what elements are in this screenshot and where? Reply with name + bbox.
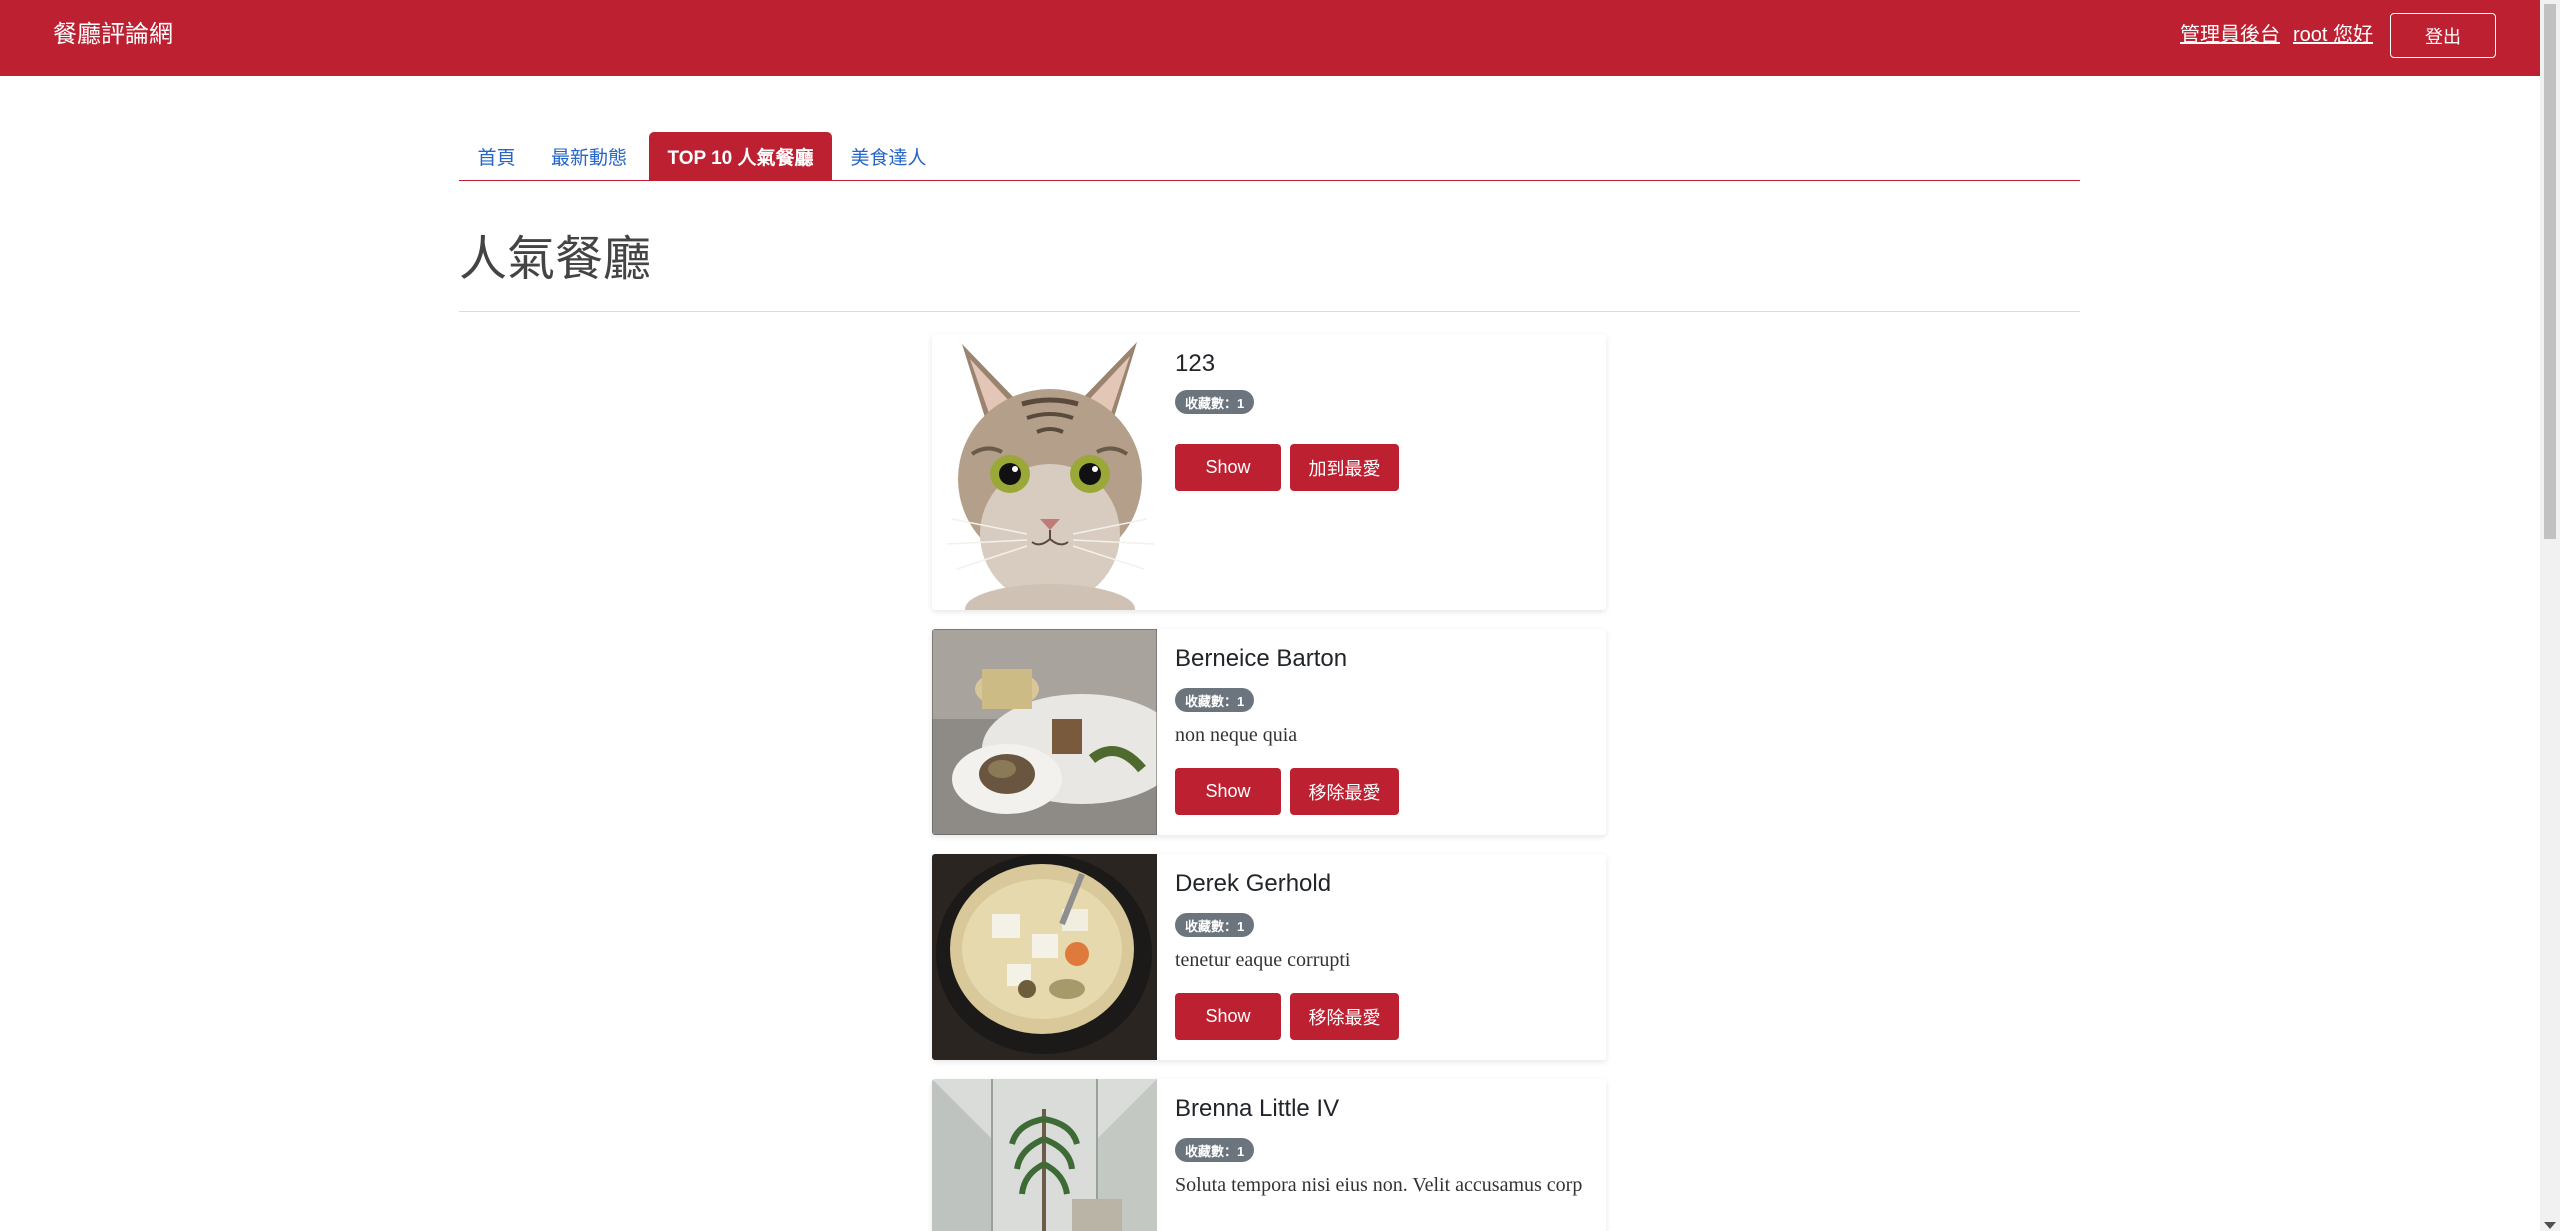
restaurant-name[interactable]: Berneice Barton [1175,645,1347,673]
show-button[interactable]: Show [1175,993,1281,1040]
divider [459,311,2080,312]
restaurant-image[interactable] [932,629,1157,835]
page-title: 人氣餐廳 [459,233,652,286]
restaurant-image[interactable] [932,1079,1157,1231]
show-button[interactable]: Show [1175,768,1281,815]
tab-top10-restaurants[interactable]: TOP 10 人氣餐廳 [649,132,832,180]
restaurant-description: Soluta tempora nisi eius non. Velit accu… [1175,1174,1583,1196]
tab-feeds[interactable]: 最新動態 [534,132,644,180]
admin-dashboard-link[interactable]: 管理員後台 [2180,22,2280,48]
favorite-count-badge: 收藏數：1 [1175,688,1255,712]
food-photo-icon [932,629,1157,835]
page-scrollbar[interactable] [2540,0,2560,1231]
restaurant-name[interactable]: Derek Gerhold [1175,870,1331,898]
restaurant-description: tenetur eaque corrupti [1175,949,1351,971]
restaurant-card: 123 收藏數：1 Show 加到最愛 [932,334,1606,610]
restaurant-name[interactable]: Brenna Little IV [1175,1095,1339,1123]
scrollbar-thumb[interactable] [2544,4,2556,539]
restaurant-description: non neque quia [1175,724,1298,746]
restaurant-image[interactable] [932,334,1157,610]
add-favorite-button[interactable]: 加到最愛 [1290,444,1399,491]
scroll-down-arrow-icon[interactable] [2544,1222,2556,1229]
remove-favorite-button[interactable]: 移除最愛 [1290,768,1399,815]
restaurant-image[interactable] [932,854,1157,1060]
favorite-count-badge: 收藏數：1 [1175,913,1255,937]
restaurant-card: Derek Gerhold 收藏數：1 tenetur eaque corrup… [932,854,1606,1060]
remove-favorite-button[interactable]: 移除最愛 [1290,993,1399,1040]
logout-button[interactable]: 登出 [2390,13,2496,58]
favorite-count-badge: 收藏數：1 [1175,390,1255,414]
show-button[interactable]: Show [1175,444,1281,491]
brand-logo[interactable]: 餐廳評論網 [53,19,173,51]
restaurant-card: Berneice Barton 收藏數：1 non neque quia Sho… [932,629,1606,835]
tab-top-users[interactable]: 美食達人 [832,132,945,180]
restaurant-name[interactable]: 123 [1175,350,1215,378]
favorite-count-badge: 收藏數：1 [1175,1138,1255,1162]
tab-home[interactable]: 首頁 [459,132,534,180]
user-greeting-link[interactable]: root 您好 [2293,22,2373,48]
restaurant-photo-icon [932,1079,1157,1231]
restaurant-card: Brenna Little IV 收藏數：1 Soluta tempora ni… [932,1079,1606,1231]
navbar: 餐廳評論網 管理員後台 root 您好 登出 [0,0,2540,76]
cat-image-icon [932,334,1157,610]
nav-tabs: 首頁 最新動態 TOP 10 人氣餐廳 美食達人 [459,132,2080,181]
food-photo-icon [932,854,1157,1060]
